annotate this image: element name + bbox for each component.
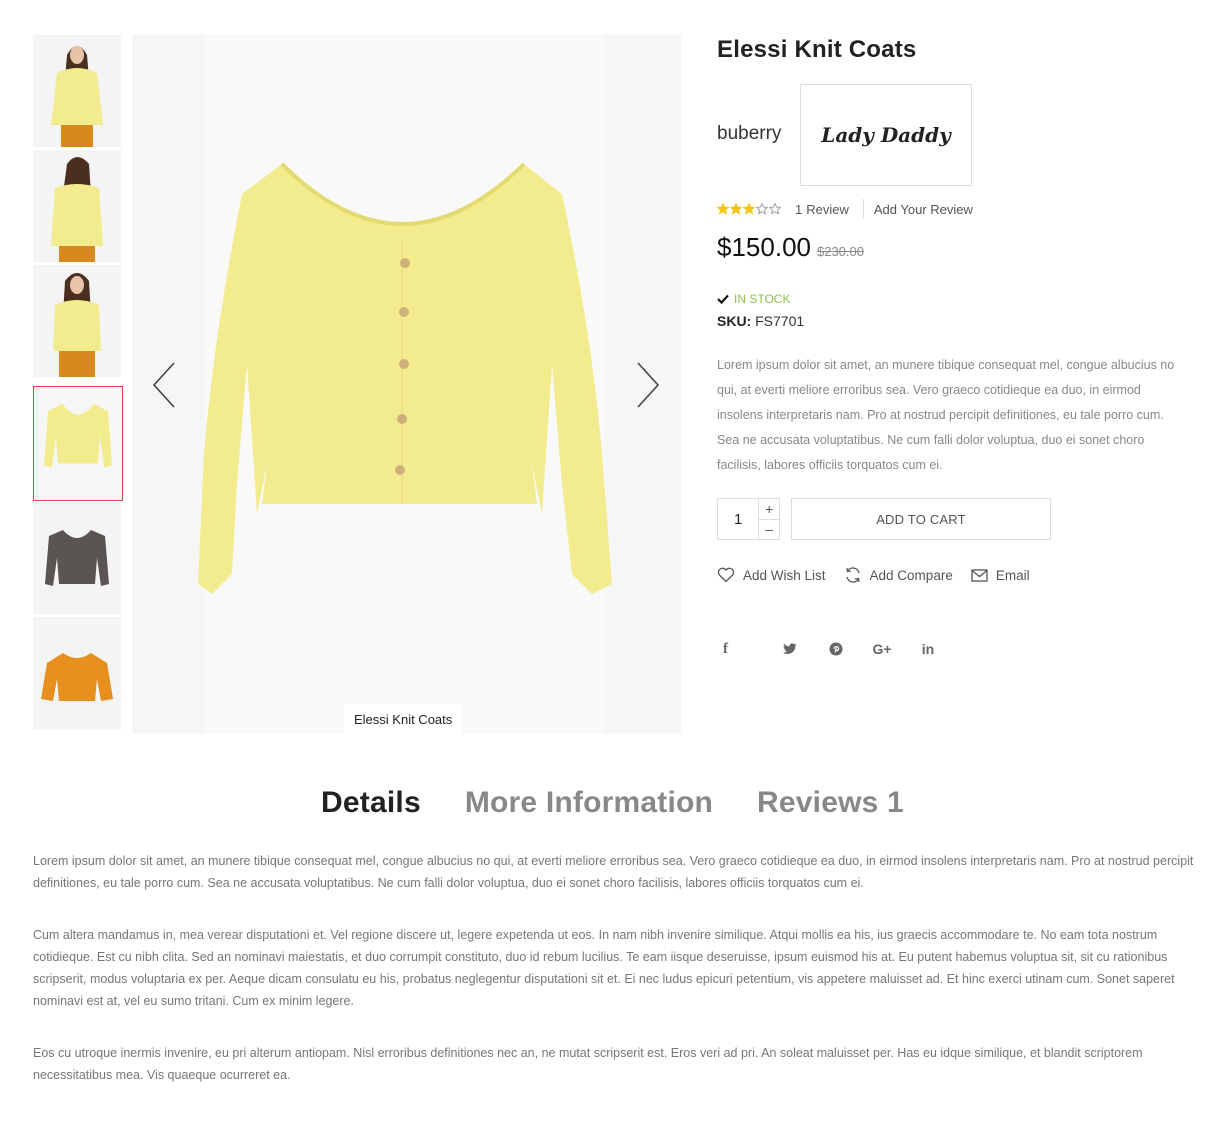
google-plus-icon[interactable]: G+ [859, 639, 905, 659]
thumb-orange-sweater[interactable] [33, 617, 121, 729]
quantity-stepper: 1 + – [717, 498, 780, 540]
thumb-model-front[interactable] [33, 35, 121, 147]
quantity-increase-button[interactable]: + [759, 499, 779, 519]
pinterest-icon[interactable] [813, 639, 859, 659]
thumb-orange-sweater-image [33, 617, 121, 729]
product-title: Elessi Knit Coats [717, 36, 917, 63]
chevron-left-icon [152, 362, 175, 408]
star-filled-icon [743, 203, 755, 215]
details-paragraph: Lorem ipsum dolor sit amet, an munere ti… [33, 854, 1194, 890]
stock-status: IN STOCK [717, 292, 790, 306]
thumb-dark-sweater-image [33, 502, 121, 614]
thumb-dark-sweater[interactable] [33, 502, 121, 614]
add-wishlist-button[interactable]: Add Wish List [717, 567, 826, 583]
thumb-model-back-image [33, 150, 121, 262]
rating-stars [717, 203, 781, 215]
refresh-icon [845, 567, 860, 583]
star-filled-icon [730, 203, 742, 215]
add-compare-button[interactable]: Add Compare [844, 566, 953, 584]
details-paragraph: Eos cu utroque inermis invenire, eu pri … [33, 1046, 1143, 1082]
price-row: $150.00 $230.00 [717, 232, 864, 263]
twitter-glyph [783, 643, 797, 654]
rating-row: 1 Review Add Your Review [717, 199, 973, 219]
mail-icon [971, 568, 988, 582]
checkmark-icon [717, 294, 729, 304]
thumb-yellow-sweater-image [34, 387, 122, 500]
facebook-icon[interactable]: f [717, 639, 767, 659]
compare-label: Add Compare [869, 567, 953, 583]
quantity-decrease-button[interactable]: – [759, 518, 779, 540]
tab-details[interactable]: Details [321, 786, 421, 820]
email-button[interactable]: Email [971, 568, 1030, 583]
thumb-yellow-sweater[interactable] [33, 386, 123, 501]
sku-row: SKU: FS7701 [717, 313, 804, 329]
cart-row: 1 + – ADD TO CART [717, 498, 1051, 540]
wishlist-label: Add Wish List [743, 567, 826, 583]
email-label: Email [995, 567, 1030, 583]
tab-more-information[interactable]: More Information [465, 786, 713, 820]
sku-value: FS7701 [755, 313, 805, 329]
review-link[interactable]: Review [806, 202, 849, 217]
review-count: 1 [795, 201, 803, 217]
details-paragraph: Cum altera mandamus in, mea verear dispu… [33, 928, 1175, 1008]
add-review-link[interactable]: Add Your Review [874, 202, 973, 217]
thumbnail-gallery [33, 35, 123, 735]
tab-reviews[interactable]: Reviews 1 [757, 786, 904, 820]
next-image-button[interactable] [628, 359, 664, 411]
thumbnail-scroll-down-button[interactable] [33, 733, 123, 735]
current-price: $150.00 [717, 232, 811, 262]
brand-name[interactable]: buberry [717, 123, 781, 145]
old-price: $230.00 [816, 244, 864, 259]
previous-image-button[interactable] [148, 359, 184, 411]
image-caption: Elessi Knit Coats [344, 704, 463, 735]
brand-logo-text: Lady Daddy [821, 123, 951, 147]
product-info: Elessi Knit Coats buberry Lady Daddy 1 R… [717, 34, 1197, 657]
chevron-right-icon [637, 362, 660, 408]
short-description: Lorem ipsum dolor sit amet, an munere ti… [717, 358, 1175, 472]
product-tabs: Details More Information Reviews 1 [0, 786, 1225, 820]
divider [862, 199, 864, 219]
pinterest-glyph [829, 642, 843, 656]
add-to-cart-button[interactable]: ADD TO CART [791, 498, 1051, 540]
star-filled-icon [717, 203, 729, 215]
brand-logo[interactable]: Lady Daddy [800, 84, 972, 186]
quantity-steps: + – [758, 499, 779, 539]
thumb-model-front-image [33, 35, 121, 147]
brand-row: buberry Lady Daddy [717, 84, 1197, 186]
star-empty-icon [769, 203, 781, 215]
linkedin-icon[interactable]: in [905, 639, 951, 659]
heart-icon [717, 567, 735, 583]
details-content: Lorem ipsum dolor sit amet, an munere ti… [33, 850, 1198, 1116]
thumb-model-side[interactable] [33, 265, 121, 377]
social-share: f G+ in [717, 639, 951, 659]
star-empty-icon [756, 203, 768, 215]
thumb-model-side-image [33, 265, 121, 377]
stock-label: IN STOCK [734, 292, 791, 306]
quantity-input[interactable]: 1 [718, 499, 758, 539]
yellow-cardigan-image [198, 162, 612, 594]
product-actions: Add Wish List Add Compare Email [717, 566, 1048, 584]
main-product-image: Elessi Knit Coats [132, 34, 681, 735]
thumb-model-back[interactable] [33, 150, 121, 262]
sku-label: SKU: [717, 313, 752, 329]
twitter-icon[interactable] [767, 639, 813, 659]
